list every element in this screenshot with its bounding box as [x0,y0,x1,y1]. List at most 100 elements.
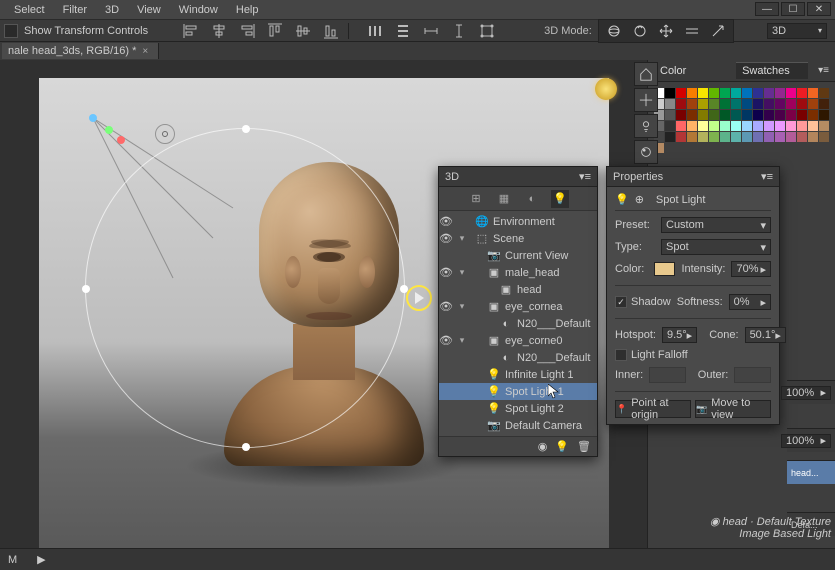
swatch[interactable] [786,121,796,131]
swatch[interactable] [731,132,741,142]
swatch[interactable] [786,143,796,153]
trash-icon[interactable]: 🗑 [577,440,591,453]
swatch[interactable] [676,88,686,98]
panel-menu-icon[interactable]: ▾≡ [579,170,591,183]
swatch[interactable] [676,132,686,142]
swatch[interactable] [797,99,807,109]
swatch[interactable] [764,110,774,120]
swatch[interactable] [764,121,774,131]
swatch[interactable] [698,88,708,98]
tree-row[interactable]: ◐N20___Default [439,315,597,332]
swatch[interactable] [775,132,785,142]
swatch[interactable] [731,121,741,131]
swatch[interactable] [742,99,752,109]
align-top-icon[interactable] [264,22,286,40]
mode-scale-icon[interactable] [707,22,729,40]
swatch[interactable] [709,99,719,109]
tree-row[interactable]: 💡Spot Light 1 [439,383,597,400]
tree-row[interactable]: 👁▾▣eye_cornea [439,298,597,315]
tab-close-icon[interactable]: × [142,46,148,57]
document-tab[interactable]: nale head_3ds, RGB/16) * × [2,43,159,59]
swatch[interactable] [709,110,719,120]
visibility-icon[interactable]: 👁 [439,300,453,313]
tree-row[interactable]: 💡Spot Light 2 [439,400,597,417]
swatch[interactable] [808,99,818,109]
swatch[interactable] [698,99,708,109]
space-h-icon[interactable] [420,22,442,40]
twisty-icon[interactable]: ▾ [457,233,467,244]
swatch[interactable] [665,143,675,153]
intensity-input[interactable]: 70%▸ [731,261,771,277]
hotspot-input[interactable]: 9.5°▸ [662,327,697,343]
swatch[interactable] [753,88,763,98]
swatch[interactable] [687,110,697,120]
twisty-icon[interactable]: ▾ [457,301,467,312]
orbit-handle-bottom[interactable] [242,443,250,451]
menu-select[interactable]: Select [6,2,53,18]
botbar-m[interactable]: M [8,554,17,566]
swatch[interactable] [753,121,763,131]
swatch[interactable] [742,132,752,142]
swatch[interactable] [698,121,708,131]
filter-light-icon[interactable]: 💡 [551,190,569,208]
mode-pan-icon[interactable] [655,22,677,40]
swatch[interactable] [764,143,774,153]
move-to-view-button[interactable]: 📷Move to view [695,400,771,418]
softness-input[interactable]: 0%▸ [729,294,771,310]
tree-row[interactable]: 👁▾▣eye_corne0 [439,332,597,349]
space-v-icon[interactable] [448,22,470,40]
color-tab[interactable]: Color [654,63,726,79]
swatch[interactable] [687,88,697,98]
swatch[interactable] [764,99,774,109]
swatch[interactable] [808,110,818,120]
swatch[interactable] [709,121,719,131]
tool-light-icon[interactable] [634,114,658,138]
tree-row[interactable]: 📷Default Camera [439,417,597,434]
align-center-h-icon[interactable] [208,22,230,40]
swatch[interactable] [786,132,796,142]
swatch[interactable] [709,132,719,142]
swatch[interactable] [676,121,686,131]
menu-help[interactable]: Help [228,2,267,18]
swatch[interactable] [775,99,785,109]
orbit-handle-left[interactable] [82,285,90,293]
swatch[interactable] [797,121,807,131]
swatch[interactable] [775,121,785,131]
color-swatch[interactable] [654,262,676,276]
swatch[interactable] [786,99,796,109]
swatch[interactable] [819,110,829,120]
visibility-icon[interactable]: 👁 [439,232,453,245]
swatch[interactable] [775,88,785,98]
coord-icon[interactable]: ⊕ [635,193,644,206]
swatch[interactable] [742,143,752,153]
window-maximize[interactable]: ☐ [781,2,805,16]
swatch[interactable] [819,88,829,98]
new-light-icon[interactable]: 💡 [555,440,569,453]
swatches-tab[interactable]: Swatches [736,62,808,79]
preset-dropdown[interactable]: Custom▾ [661,217,771,233]
swatch[interactable] [665,110,675,120]
swatch[interactable] [731,110,741,120]
swatch[interactable] [720,99,730,109]
swatch[interactable] [808,143,818,153]
swatch[interactable] [720,143,730,153]
swatch[interactable] [676,110,686,120]
shadow-checkbox[interactable]: ✓ [615,296,627,308]
mode-orbit-icon[interactable] [603,22,625,40]
filter-material-icon[interactable]: ◐ [523,190,541,208]
orbit-handle-top[interactable] [242,125,250,133]
layer-item[interactable]: head... [787,460,835,484]
tree-row[interactable]: 👁▾⬚Scene [439,230,597,247]
align-center-v-icon[interactable] [292,22,314,40]
swatch[interactable] [819,132,829,142]
tree-row[interactable]: 💡Infinite Light 1 [439,366,597,383]
swatch[interactable] [676,99,686,109]
swatch[interactable] [808,121,818,131]
swatch[interactable] [819,121,829,131]
visibility-icon[interactable]: 👁 [439,334,453,347]
menu-view[interactable]: View [129,2,169,18]
swatch[interactable] [742,121,752,131]
swatch[interactable] [786,110,796,120]
tool-materials-icon[interactable] [634,140,658,164]
window-close[interactable]: ✕ [807,2,831,16]
